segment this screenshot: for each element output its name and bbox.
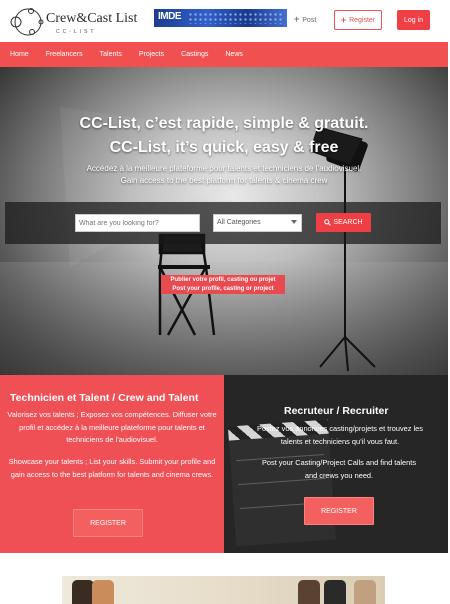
crew-talent-panel: Technicien et Talent / Crew and Talent V… — [0, 375, 224, 553]
nav-item-freelancers[interactable]: Freelancers — [46, 51, 83, 58]
search-input[interactable] — [75, 214, 200, 232]
hero-title-en: CC-List, it’s quick, easy & free — [109, 139, 339, 156]
plus-icon: + — [294, 14, 300, 24]
recruiter-title: Recruteur / Recruiter — [284, 405, 389, 417]
category-select[interactable]: All Categories — [213, 214, 302, 232]
register-label: Register — [349, 16, 376, 24]
cup-image — [72, 580, 94, 604]
recruiter-text-fr: Postez vos annonces casting/projets et t… — [257, 424, 423, 446]
recruiter-panel: Recruteur / Recruiter Postez vos annonce… — [224, 375, 448, 553]
nav-item-home[interactable]: Home — [10, 51, 29, 58]
post-label: Post — [302, 17, 317, 24]
cup-image — [298, 580, 320, 604]
search-button[interactable]: SEARCH — [316, 213, 371, 232]
nav-item-castings[interactable]: Castings — [181, 51, 208, 58]
banner-pattern — [188, 12, 284, 24]
nav-item-news[interactable]: News — [225, 51, 243, 58]
site-logo[interactable]: Crew&Cast List CC-LIST — [8, 5, 150, 39]
register-button[interactable]: + Register — [334, 10, 382, 30]
cup-image — [324, 580, 346, 604]
main-nav: Home Freelancers Talents Projects Castin… — [0, 42, 448, 67]
post-profile-button[interactable]: Publier votre profil, casting ou projet … — [161, 275, 285, 294]
banner-text: IMDE — [158, 11, 182, 22]
post-profile-label-fr: Publier votre profil, casting ou projet — [170, 277, 276, 283]
site-header: Crew&Cast List CC-LIST IMDE + Post + Regis… — [0, 0, 450, 42]
login-button[interactable]: Log in — [397, 10, 430, 30]
chevron-down-icon — [291, 220, 297, 224]
category-selected: All Categories — [217, 219, 261, 226]
cup-image — [354, 580, 376, 604]
hero-section: CC-List, c’est rapide, simple & gratuit.… — [0, 67, 448, 375]
crew-register-button[interactable]: REGISTER — [73, 509, 143, 537]
hero-subtitle-fr: Accédez à la meilleure plateforme pour t… — [86, 164, 362, 173]
nav-item-talents[interactable]: Talents — [100, 51, 122, 58]
bottom-ad-banner[interactable] — [62, 576, 385, 604]
logo-title: Crew&Cast List — [46, 11, 138, 26]
cup-image — [92, 580, 114, 604]
recruiter-text-en: Post your Casting/Project Calls and find… — [261, 458, 417, 480]
recruiter-register-button[interactable]: REGISTER — [304, 497, 374, 525]
post-profile-label-en: Post your profile, casting or project — [172, 286, 274, 292]
hero-title-fr: CC-List, c’est rapide, simple & gratuit. — [79, 115, 369, 132]
top-ad-banner[interactable]: IMDE — [154, 9, 287, 27]
crew-talent-text-en: Showcase your talents ; List your skills… — [8, 457, 216, 479]
nav-item-projects[interactable]: Projects — [139, 51, 164, 58]
post-link[interactable]: + Post — [294, 14, 316, 24]
logo-subtitle: CC-LIST — [56, 29, 97, 35]
search-label: SEARCH — [333, 219, 363, 226]
hero-subtitle-en: Gain access to the best platform for tal… — [120, 176, 328, 185]
crew-talent-title: Technicien et Talent / Crew and Talent — [10, 392, 199, 404]
search-icon — [324, 219, 332, 226]
crew-talent-text-fr: Valorisez vos talents ; Exposez vos comp… — [7, 410, 217, 444]
logo-icon — [10, 8, 44, 36]
plus-icon: + — [340, 15, 347, 25]
